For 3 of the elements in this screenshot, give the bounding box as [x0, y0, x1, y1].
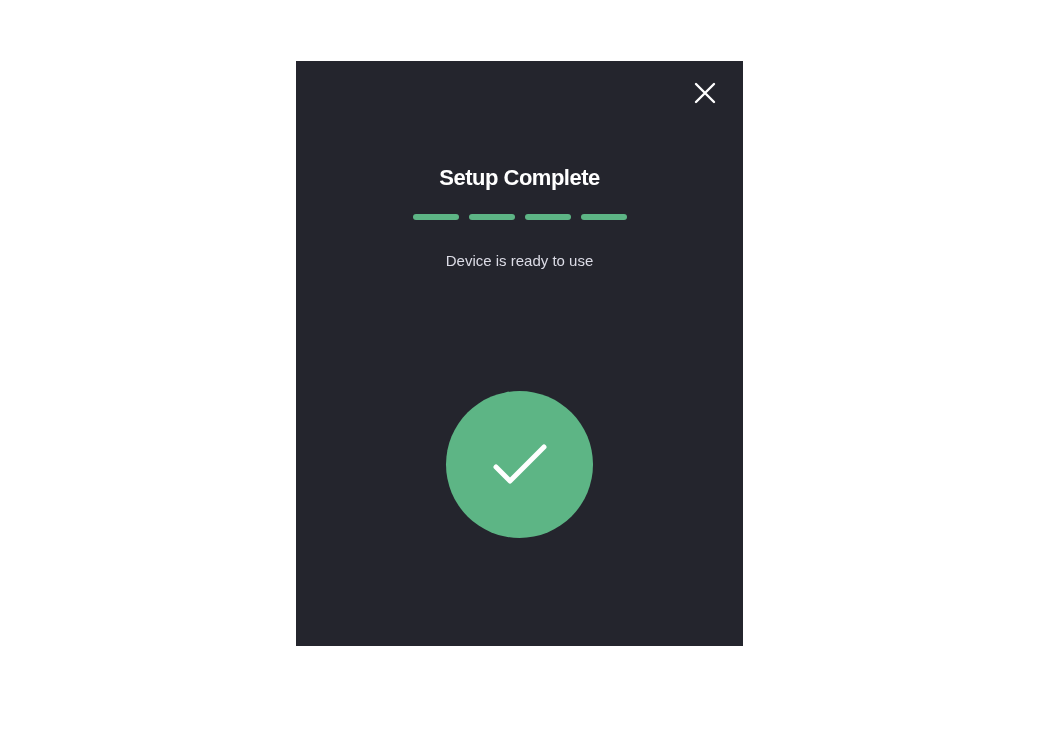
dialog-title: Setup Complete	[439, 165, 600, 191]
status-message: Device is ready to use	[445, 252, 594, 269]
checkmark-icon	[491, 442, 548, 487]
